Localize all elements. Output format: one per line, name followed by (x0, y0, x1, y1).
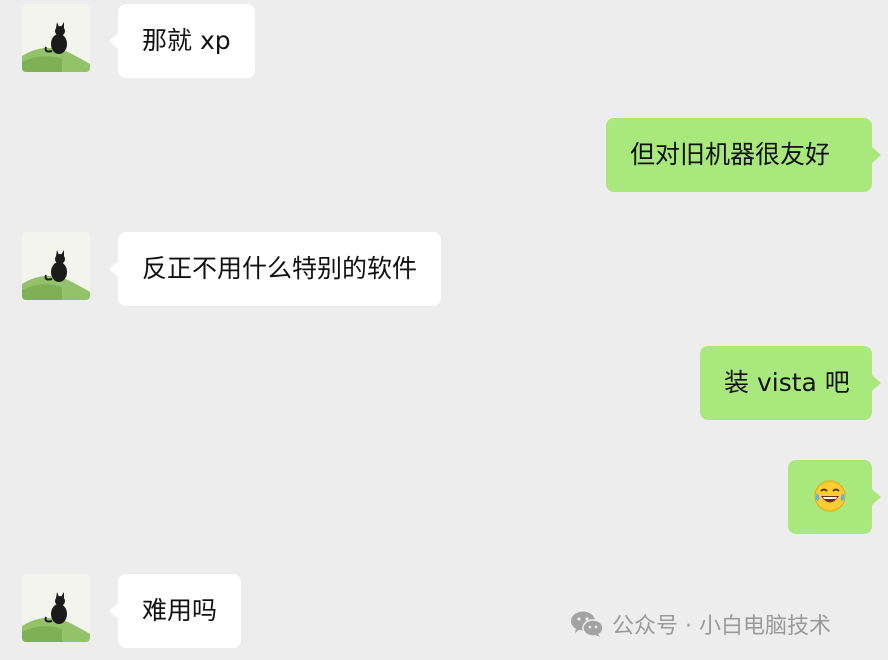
cat-on-hill-icon (22, 4, 90, 72)
incoming-message-bubble[interactable]: 反正不用什么特别的软件 (108, 232, 442, 306)
message-text: 那就 xp (142, 26, 231, 55)
contact-avatar[interactable] (22, 232, 90, 300)
wechat-icon (571, 611, 604, 637)
contact-avatar[interactable] (22, 574, 90, 642)
message-text: 反正不用什么特别的软件 (142, 254, 418, 283)
message-text: 难用吗 (142, 596, 218, 625)
incoming-message-bubble[interactable]: 难用吗 (108, 574, 242, 648)
outgoing-message-bubble[interactable]: 装 vista 吧 (700, 346, 881, 420)
watermark-text: 公众号 · 小白电脑技术 (612, 614, 831, 639)
laughing-with-tears-emoji-icon (814, 480, 846, 512)
watermark: 公众号 · 小白电脑技术 (570, 609, 831, 639)
outgoing-message-bubble[interactable]: 但对旧机器很友好 (606, 118, 881, 192)
outgoing-message-bubble[interactable] (788, 460, 881, 534)
message-text: 但对旧机器很友好 (630, 140, 831, 169)
cat-on-hill-icon (22, 232, 90, 300)
incoming-message-bubble[interactable]: 那就 xp (109, 4, 255, 78)
contact-avatar[interactable] (22, 4, 90, 72)
cat-on-hill-icon (22, 574, 90, 642)
message-text: 装 vista 吧 (724, 368, 850, 397)
